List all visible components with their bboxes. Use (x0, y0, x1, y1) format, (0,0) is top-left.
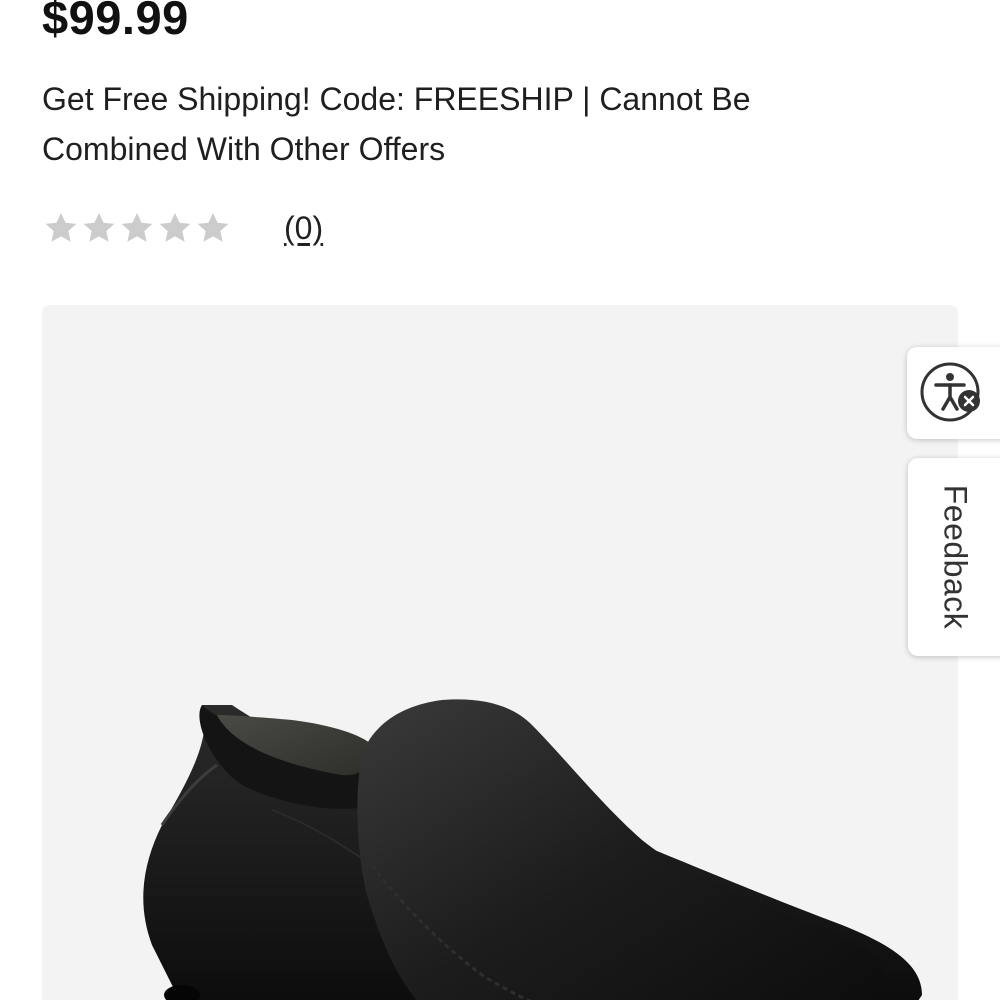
review-count-link[interactable]: (0) (284, 210, 323, 247)
promo-message: Get Free Shipping! Code: FREESHIP | Cann… (42, 81, 751, 167)
accessibility-button[interactable] (907, 347, 1000, 439)
rating-row: (0) (42, 205, 323, 251)
star-icon (194, 209, 232, 247)
star-rating[interactable] (42, 209, 232, 247)
star-icon (42, 209, 80, 247)
star-icon (80, 209, 118, 247)
star-icon (156, 209, 194, 247)
product-price: $99.99 (42, 0, 189, 44)
feedback-label: Feedback (937, 484, 974, 630)
loafer-shoe-image (143, 699, 922, 1000)
product-image-gallery[interactable] (42, 305, 958, 1000)
feedback-button[interactable]: Feedback (908, 458, 1000, 656)
product-page: $99.99 Get Free Shipping! Code: FREESHIP… (0, 0, 1000, 1000)
star-icon (118, 209, 156, 247)
accessibility-icon (920, 362, 980, 422)
